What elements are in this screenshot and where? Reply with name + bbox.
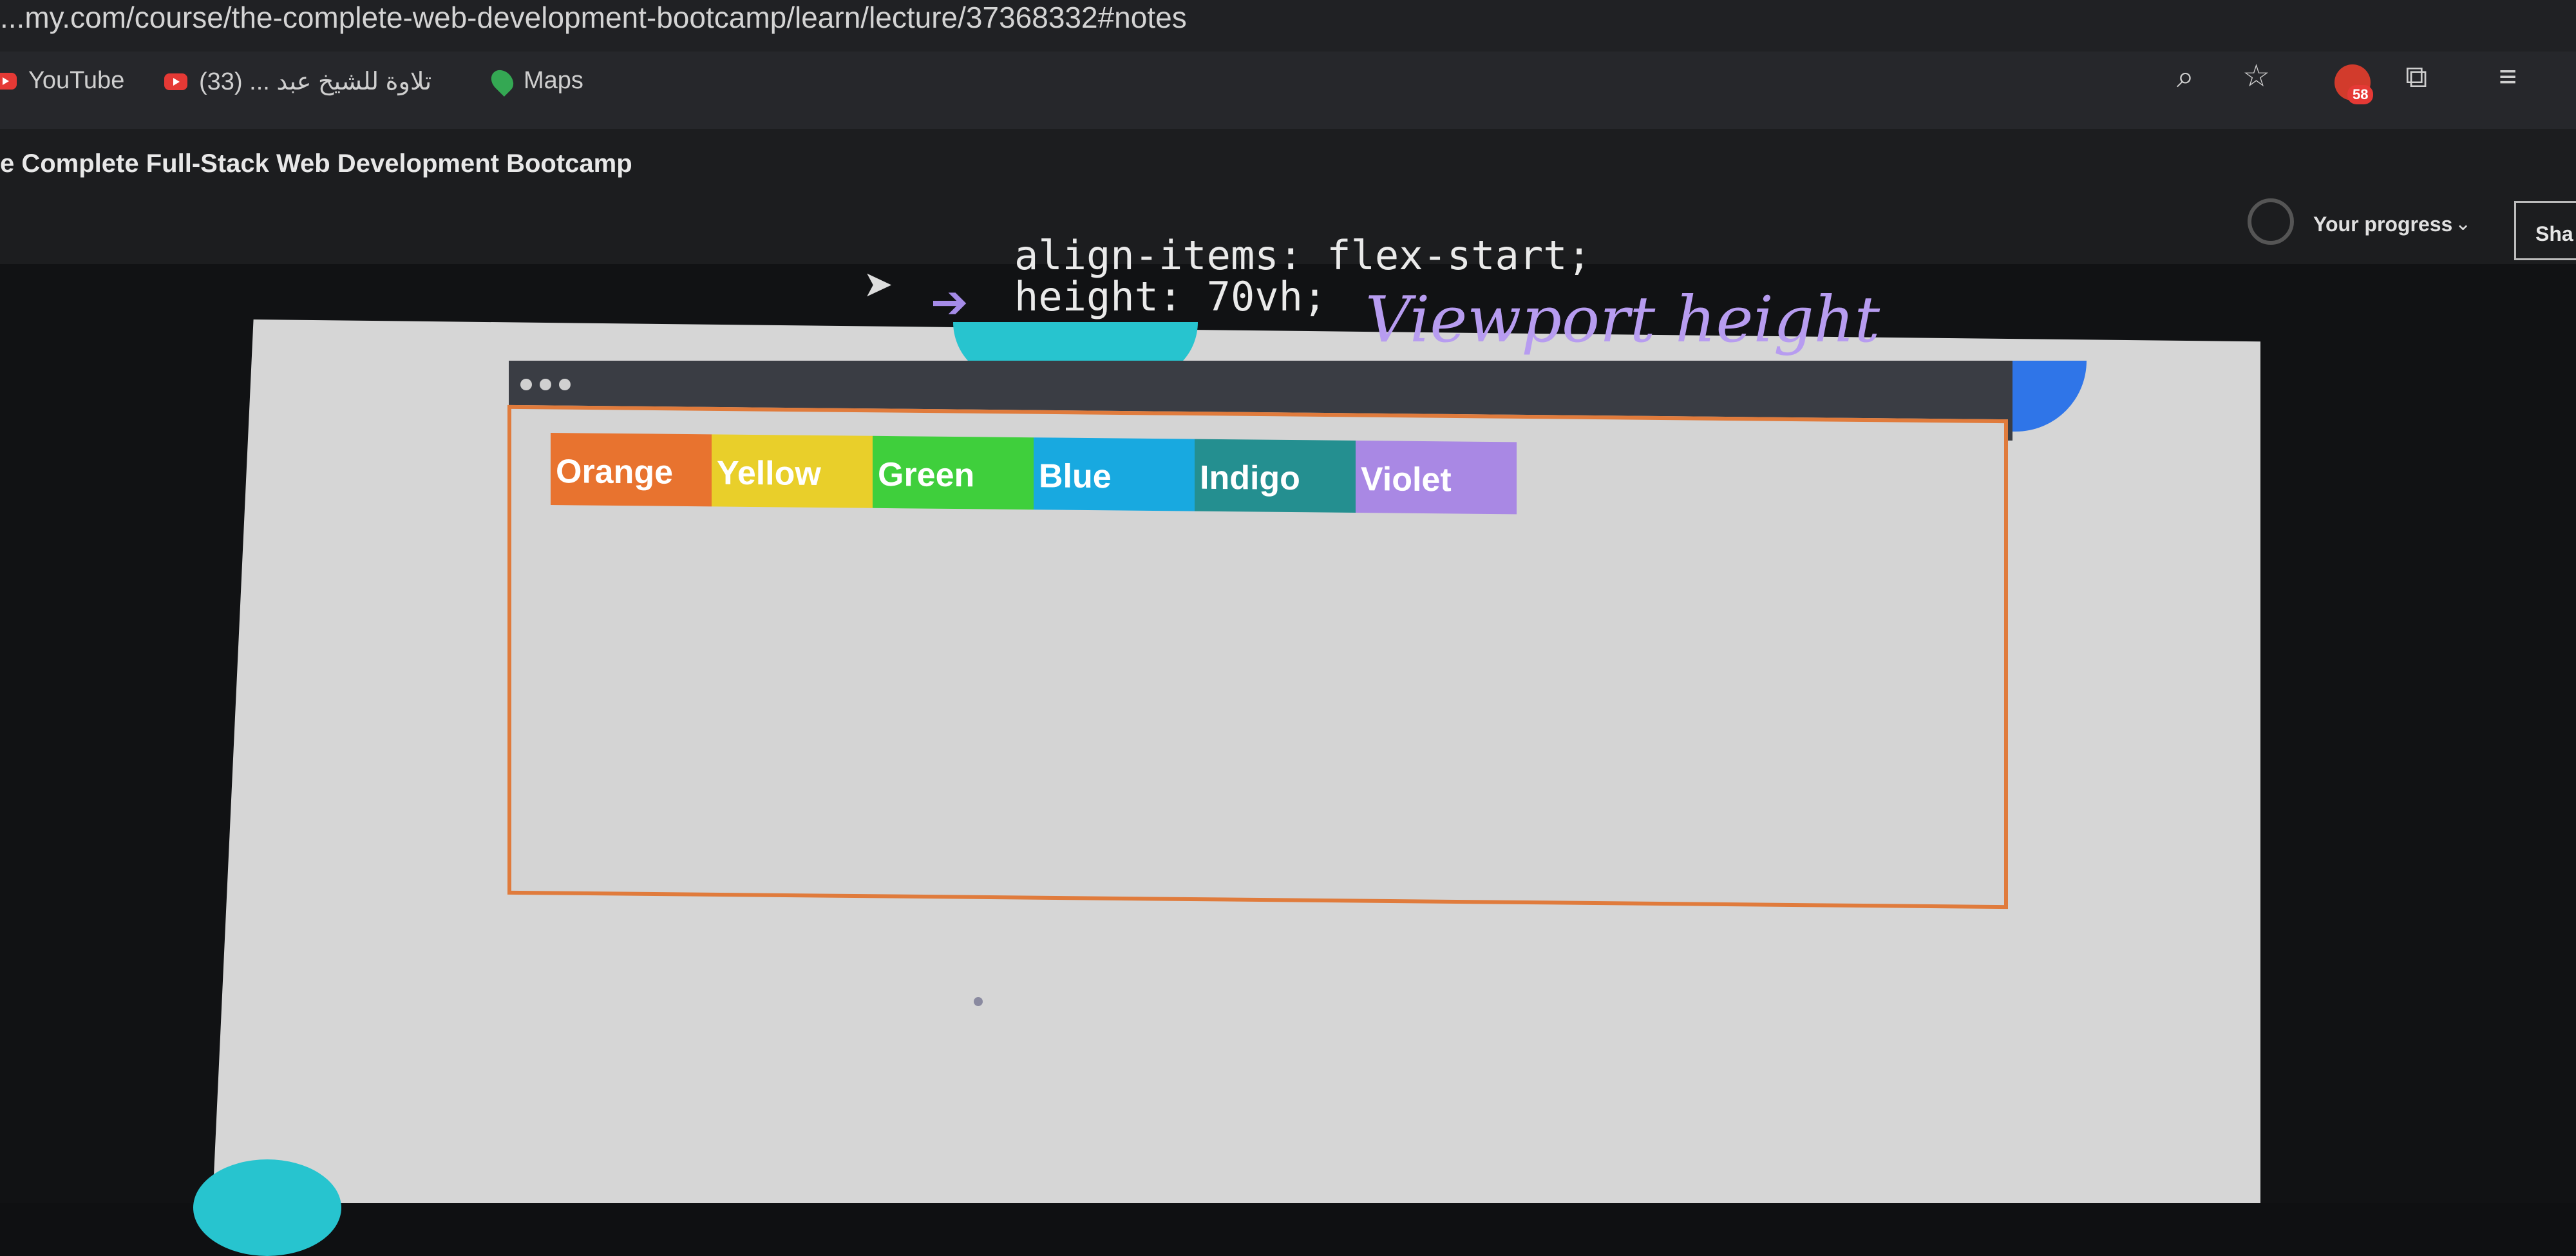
mouse-cursor-icon: ➤: [863, 263, 893, 304]
youtube-icon: [164, 73, 187, 90]
extensions-puzzle-icon[interactable]: ⧉: [2405, 59, 2427, 95]
share-button[interactable]: Sha: [2514, 201, 2576, 260]
course-title[interactable]: e Complete Full-Stack Web Development Bo…: [0, 149, 632, 178]
flex-items-row: Orange Yellow Green Blue Indigo Violet: [551, 433, 1517, 515]
bookmark-maps[interactable]: Maps: [486, 65, 583, 97]
flex-item-blue: Blue: [1034, 437, 1195, 511]
flex-item-green: Green: [873, 435, 1034, 510]
zoom-icon[interactable]: ⌕: [2177, 59, 2194, 95]
window-dot-icon: [559, 379, 571, 390]
star-bookmark-icon[interactable]: ☆: [2242, 58, 2270, 94]
chevron-down-icon[interactable]: ⌄: [2455, 213, 2471, 235]
bookmark-label: YouTube: [28, 67, 125, 94]
bookmarks-bar: YouTube تلاوة للشيخ عبد ... (33) Maps ⌕ …: [0, 52, 2576, 129]
progress-dropdown-label[interactable]: Your progress: [2313, 213, 2452, 236]
flex-item-violet: Violet: [1356, 440, 1517, 515]
decorative-shape: [193, 1159, 341, 1256]
flex-item-indigo: Indigo: [1195, 439, 1356, 513]
flex-item-orange: Orange: [551, 433, 712, 507]
extension-badge-count: 58: [2347, 85, 2374, 104]
maps-pin-icon: [486, 65, 518, 97]
window-dot-icon: [520, 379, 532, 390]
arrow-icon: ➔: [931, 277, 969, 327]
bookmark-youtube[interactable]: YouTube: [0, 67, 124, 95]
handwritten-annotation: Viewport height: [1365, 283, 1880, 357]
code-line: align-items: flex-start;: [1014, 232, 1591, 279]
cursor-dot: [974, 997, 983, 1006]
bookmark-label: Maps: [524, 67, 583, 94]
address-bar[interactable]: ...my.com/course/the-complete-web-develo…: [0, 0, 2576, 58]
youtube-icon: [0, 72, 17, 90]
media-control-icon[interactable]: ≡: [2499, 59, 2517, 95]
bookmark-quran-recitation[interactable]: تلاوة للشيخ عبد ... (33): [164, 67, 431, 96]
flex-item-yellow: Yellow: [712, 434, 873, 508]
code-line: height: 70vh;: [1014, 273, 1327, 320]
progress-trophy-icon[interactable]: [2248, 198, 2294, 245]
bookmark-label: تلاوة للشيخ عبد ... (33): [199, 68, 432, 95]
url-text[interactable]: ...my.com/course/the-complete-web-develo…: [0, 0, 1187, 35]
window-dot-icon: [540, 379, 551, 390]
